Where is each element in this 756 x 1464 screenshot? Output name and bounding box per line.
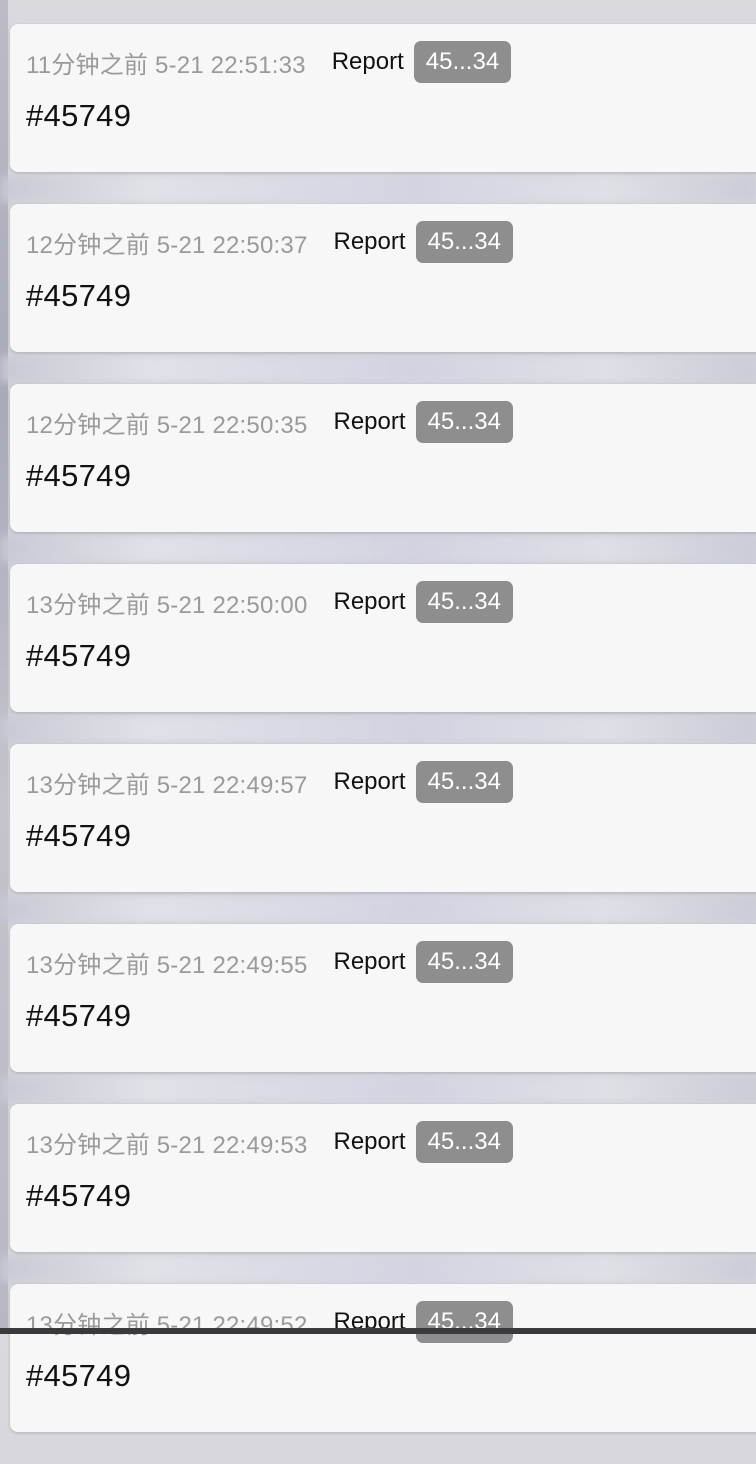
- bottom-edge-bar: [0, 1328, 756, 1334]
- notification-label: Report: [331, 48, 404, 75]
- notification-time: 13分钟之前 5-21 22:49:55: [26, 951, 308, 979]
- notification-meta: 11分钟之前 5-21 22:51:33 Report 45...34: [26, 40, 512, 84]
- notification-card[interactable]: 13分钟之前 5-21 22:49:52 Report 45...34 #457…: [10, 1284, 756, 1432]
- notification-text: #45749: [26, 998, 132, 1033]
- notification-meta: 12分钟之前 5-21 22:50:35 Report 45...34: [26, 400, 513, 444]
- notification-time: 13分钟之前 5-21 22:49:53: [26, 1131, 308, 1159]
- notification-text: #45749: [26, 278, 132, 313]
- notification-label: Report: [333, 948, 406, 975]
- notification-badge: 45...34: [415, 221, 513, 263]
- notification-label: Report: [333, 1128, 406, 1155]
- notification-card[interactable]: 13分钟之前 5-21 22:49:55 Report 45...34 #457…: [10, 924, 756, 1072]
- notification-card[interactable]: 13分钟之前 5-21 22:50:00 Report 45...34 #457…: [10, 564, 756, 712]
- notification-meta: 13分钟之前 5-21 22:49:52 Report 45...34: [26, 1300, 513, 1344]
- notification-text: #45749: [26, 818, 132, 853]
- notification-card[interactable]: 12分钟之前 5-21 22:50:37 Report 45...34 #457…: [10, 204, 756, 352]
- notification-badge: 45...34: [415, 1301, 513, 1343]
- notification-meta: 13分钟之前 5-21 22:50:00 Report 45...34: [26, 580, 513, 624]
- notification-time: 13分钟之前 5-21 22:50:00: [26, 591, 308, 619]
- notification-card[interactable]: 13分钟之前 5-21 22:49:53 Report 45...34 #457…: [10, 1104, 756, 1252]
- notification-text: #45749: [26, 1178, 132, 1213]
- notification-meta: 12分钟之前 5-21 22:50:37 Report 45...34: [26, 220, 513, 264]
- notification-label: Report: [333, 588, 406, 615]
- notification-card[interactable]: 12分钟之前 5-21 22:50:35 Report 45...34 #457…: [10, 384, 756, 532]
- notification-label: Report: [333, 768, 406, 795]
- notification-label: Report: [333, 408, 406, 435]
- notification-time: 12分钟之前 5-21 22:50:35: [26, 411, 308, 439]
- notification-text: #45749: [26, 98, 132, 133]
- notification-badge: 45...34: [415, 1121, 513, 1163]
- notification-badge: 45...34: [415, 581, 513, 623]
- notification-badge: 45...34: [415, 761, 513, 803]
- notification-card[interactable]: 13分钟之前 5-21 22:49:57 Report 45...34 #457…: [10, 744, 756, 892]
- notification-card[interactable]: 11分钟之前 5-21 22:51:33 Report 45...34 #457…: [10, 24, 756, 172]
- notification-time: 11分钟之前 5-21 22:51:33: [26, 51, 306, 79]
- notification-meta: 13分钟之前 5-21 22:49:53 Report 45...34: [26, 1120, 513, 1164]
- notification-badge: 45...34: [415, 401, 513, 443]
- notification-text: #45749: [26, 1358, 132, 1393]
- notification-text: #45749: [26, 638, 132, 673]
- notification-badge: 45...34: [415, 941, 513, 983]
- notification-text: #45749: [26, 458, 132, 493]
- notification-label: Report: [333, 228, 406, 255]
- notification-time: 13分钟之前 5-21 22:49:57: [26, 771, 308, 799]
- notification-list: 11分钟之前 5-21 22:51:33 Report 45...34 #457…: [10, 24, 756, 1464]
- notification-time: 13分钟之前 5-21 22:49:52: [26, 1311, 308, 1339]
- notification-meta: 13分钟之前 5-21 22:49:57 Report 45...34: [26, 760, 513, 804]
- notification-time: 12分钟之前 5-21 22:50:37: [26, 231, 308, 259]
- notification-badge: 45...34: [413, 41, 512, 83]
- notification-meta: 13分钟之前 5-21 22:49:55 Report 45...34: [26, 940, 513, 984]
